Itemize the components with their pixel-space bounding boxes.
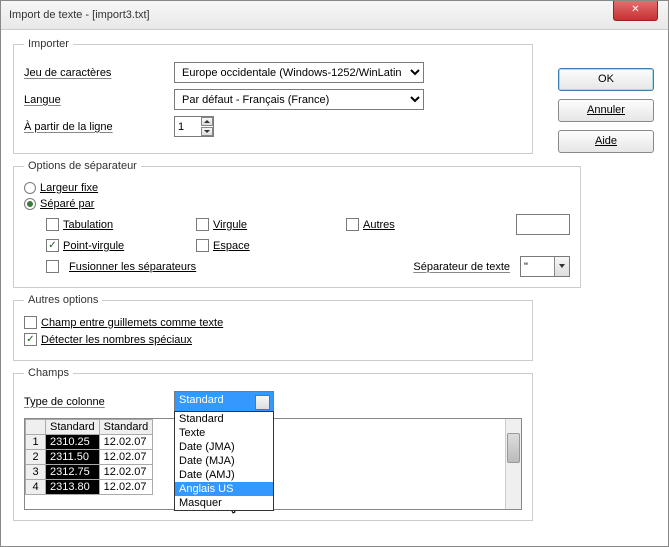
fields-group: Champs Type de colonne Standard Standard… [13,367,533,521]
coltype-option[interactable]: Anglais US [175,482,273,496]
table-row: 22311.5012.02.07 [26,450,153,465]
close-button[interactable]: ✕ [613,1,658,21]
coltype-dropdown[interactable]: Standard Standard Texte Date (JMA) Date … [174,391,274,412]
other-options-legend: Autres options [24,294,102,306]
semicolon-checkbox[interactable] [46,239,59,252]
table-row: 12310.2512.02.07 [26,435,153,450]
cancel-button[interactable]: Annuler [558,99,654,122]
tab-checkbox[interactable] [46,218,59,231]
coltype-option[interactable]: Date (MJA) [175,454,273,468]
fixed-width-radio[interactable] [24,182,36,194]
chevron-down-icon[interactable] [554,257,569,276]
coltype-option[interactable]: Date (AMJ) [175,468,273,482]
spinner-down-icon[interactable] [201,127,213,136]
tab-label: Tabulation [63,219,113,231]
fields-legend: Champs [24,367,73,379]
coltype-value[interactable]: Standard [174,391,274,412]
table-row: 42313.8012.02.07 [26,480,153,495]
quoted-label: Champ entre guillemets comme texte [41,317,223,329]
fromline-spinner[interactable] [174,116,214,137]
other-sep-input[interactable] [516,214,570,235]
vertical-scrollbar[interactable] [505,419,521,509]
spinner-up-icon[interactable] [201,117,213,126]
importer-group: Importer Jeu de caractères Europe occide… [13,38,533,154]
window-title: Import de texte - [import3.txt] [9,9,150,21]
separated-by-label: Séparé par [40,198,94,210]
space-checkbox[interactable] [196,239,209,252]
separator-legend: Options de séparateur [24,160,141,172]
ok-button[interactable]: OK [558,68,654,91]
other-options-group: Autres options Champ entre guillemets co… [13,294,533,361]
fixed-width-label: Largeur fixe [40,182,98,194]
textsep-label: Séparateur de texte [413,261,510,273]
other-checkbox[interactable] [346,218,359,231]
charset-select[interactable]: Europe occidentale (Windows-1252/WinLati… [174,62,424,83]
space-label: Espace [213,240,250,252]
language-select[interactable]: Par défaut - Français (France) [174,89,424,110]
comma-checkbox[interactable] [196,218,209,231]
special-numbers-label: Détecter les nombres spéciaux [41,334,192,346]
help-button[interactable]: Aide [558,130,654,153]
comma-label: Virgule [213,219,247,231]
separator-group: Options de séparateur Largeur fixe Sépar… [13,160,581,288]
chevron-down-icon [259,400,267,404]
dialog-window: Import de texte - [import3.txt] ✕ OK Ann… [0,0,669,547]
quoted-checkbox[interactable] [24,316,37,329]
preview-table: Standard Standard 12310.2512.02.07 22311… [25,419,153,495]
coltype-options-list: Standard Texte Date (JMA) Date (MJA) Dat… [174,411,274,511]
coltype-option[interactable]: Masquer [175,496,273,510]
importer-legend: Importer [24,38,73,50]
merge-checkbox[interactable] [46,260,59,273]
scrollbar-thumb[interactable] [507,433,520,463]
coltype-option[interactable]: Texte [175,426,273,440]
special-numbers-checkbox[interactable] [24,333,37,346]
merge-label: Fusionner les séparateurs [69,261,196,273]
semicolon-label: Point-virgule [63,240,124,252]
coltype-option[interactable]: Standard [175,412,273,426]
fromline-label: À partir de la ligne [24,121,174,133]
column-header[interactable]: Standard [99,420,153,435]
coltype-option[interactable]: Date (JMA) [175,440,273,454]
corner-cell [26,420,46,435]
coltype-label: Type de colonne [24,396,174,408]
other-label: Autres [363,219,395,231]
textsep-combo[interactable] [520,256,570,277]
separated-by-radio[interactable] [24,198,36,210]
charset-label: Jeu de caractères [24,67,174,79]
titlebar: Import de texte - [import3.txt] ✕ [1,1,668,30]
language-label: Langue [24,94,174,106]
column-header[interactable]: Standard [46,420,100,435]
table-row: 32312.7512.02.07 [26,465,153,480]
